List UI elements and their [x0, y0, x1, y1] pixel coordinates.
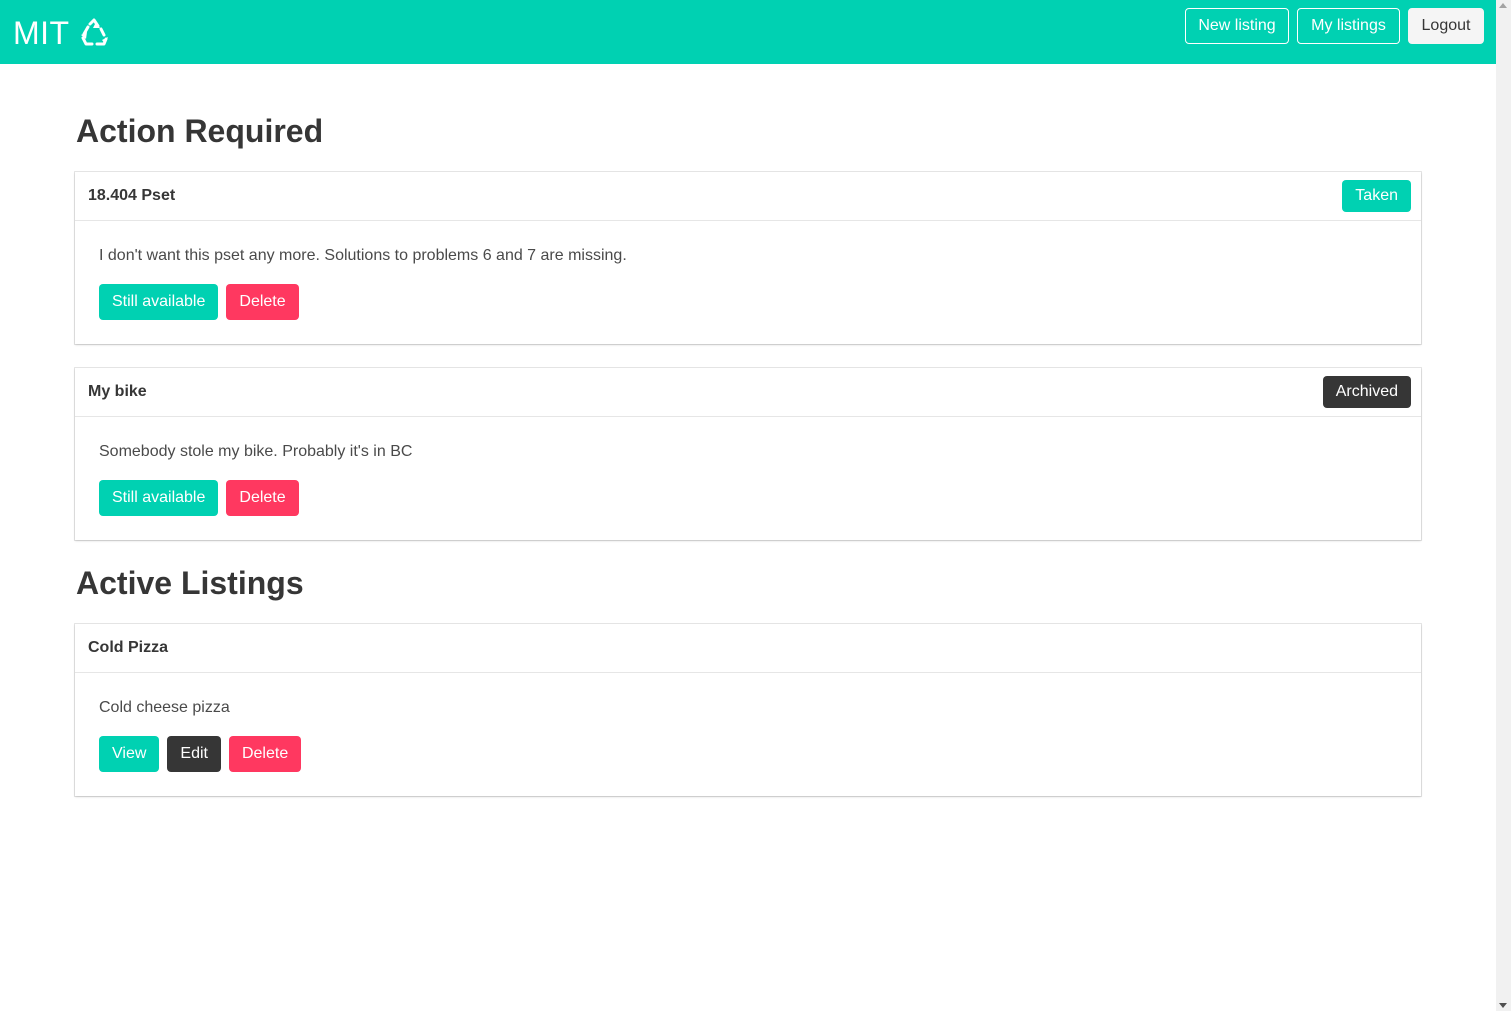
still-available-button[interactable]: Still available [99, 480, 219, 516]
active-listings-heading: Active Listings [76, 565, 304, 601]
listing-card: 18.404 Pset Taken I don't want this pset… [75, 172, 1421, 344]
card-content: I don't want this pset any more. Solutio… [75, 221, 1421, 344]
navbar: MIT New listing My listings Logout [0, 0, 1496, 64]
card-title: 18.404 Pset [88, 187, 176, 204]
page-scrollbar[interactable] [1496, 0, 1511, 1011]
card-description: Cold cheese pizza [99, 699, 230, 716]
delete-button[interactable]: Delete [226, 284, 299, 320]
scroll-down-arrow-icon[interactable] [1499, 1003, 1507, 1008]
listing-card: Cold Pizza Cold cheese pizza View Edit D… [75, 624, 1421, 796]
card-header: 18.404 Pset Taken [75, 172, 1421, 221]
new-listing-button[interactable]: New listing [1185, 8, 1289, 44]
card-description: Somebody stole my bike. Probably it's in… [99, 443, 413, 460]
listing-card: My bike Archived Somebody stole my bike.… [75, 368, 1421, 540]
my-listings-button[interactable]: My listings [1297, 8, 1400, 44]
scroll-up-arrow-icon[interactable] [1499, 3, 1507, 8]
card-description: I don't want this pset any more. Solutio… [99, 247, 627, 264]
card-actions: Still available Delete [99, 480, 1397, 516]
logout-button[interactable]: Logout [1408, 8, 1484, 44]
card-title: My bike [88, 383, 147, 400]
delete-button[interactable]: Delete [226, 480, 299, 516]
action-required-heading: Action Required [76, 113, 324, 149]
card-content: Cold cheese pizza View Edit Delete [75, 673, 1421, 796]
card-actions: Still available Delete [99, 284, 1397, 320]
recycle-icon [78, 17, 110, 49]
card-header: Cold Pizza [75, 624, 1421, 673]
still-available-button[interactable]: Still available [99, 284, 219, 320]
card-content: Somebody stole my bike. Probably it's in… [75, 417, 1421, 540]
status-badge-archived: Archived [1322, 376, 1411, 408]
delete-button[interactable]: Delete [228, 736, 302, 772]
brand-text: MIT [13, 15, 70, 51]
status-badge-taken: Taken [1342, 180, 1411, 212]
card-header: My bike Archived [75, 368, 1421, 417]
brand-logo[interactable]: MIT [13, 13, 110, 53]
card-title: Cold Pizza [88, 639, 169, 656]
view-button[interactable]: View [99, 736, 160, 772]
card-actions: View Edit Delete [99, 736, 1397, 772]
edit-button[interactable]: Edit [167, 736, 221, 772]
